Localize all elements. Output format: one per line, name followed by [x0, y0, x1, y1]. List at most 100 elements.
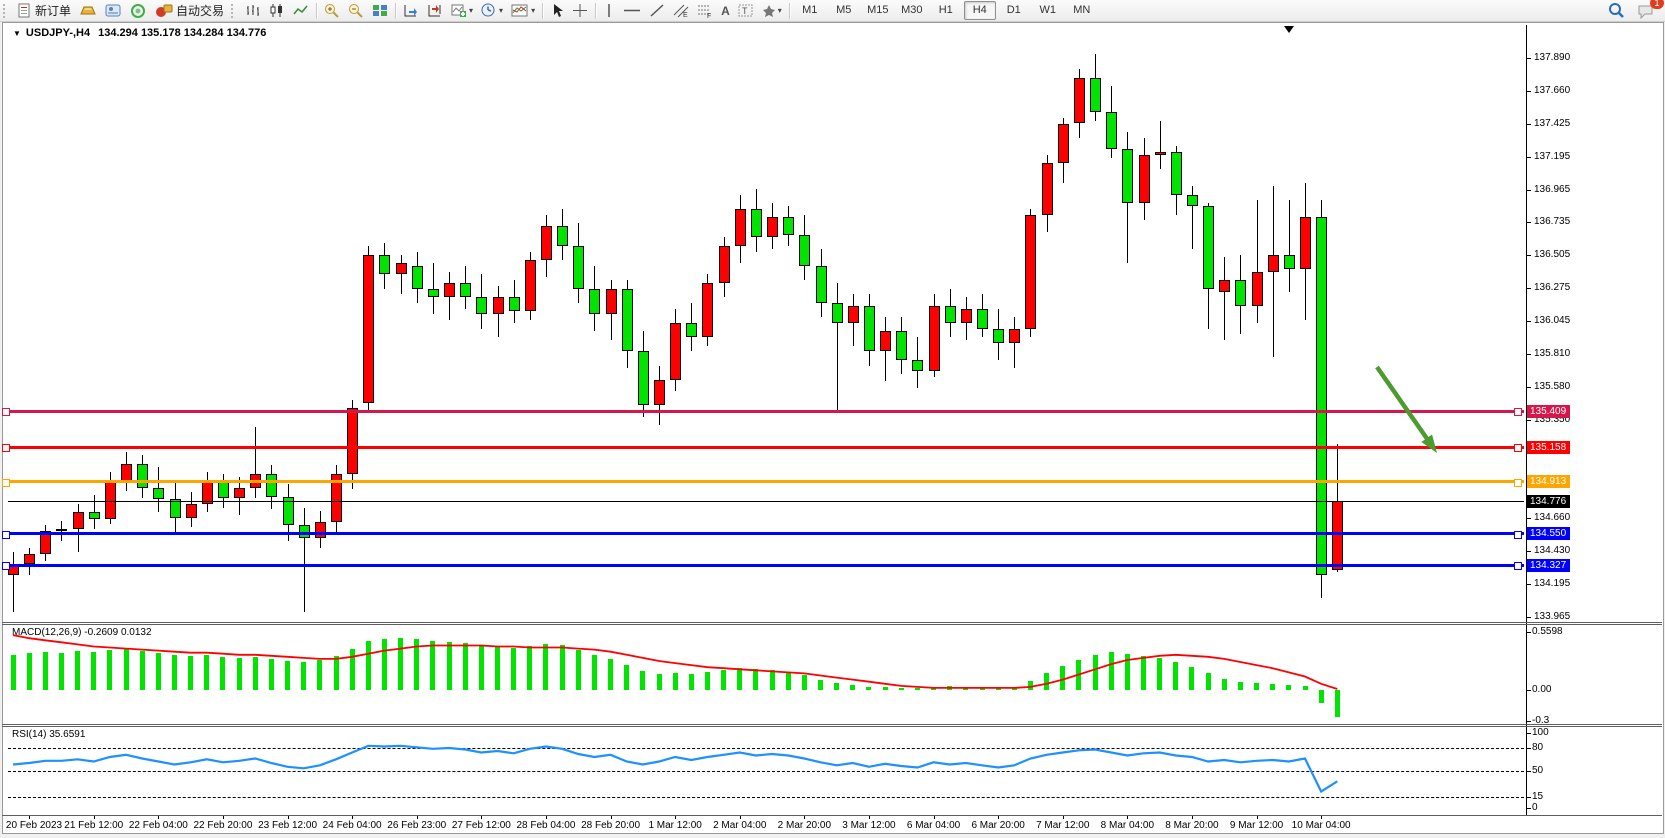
crosshair-button[interactable]	[568, 0, 592, 21]
candle[interactable]	[622, 289, 633, 352]
candle[interactable]	[541, 226, 552, 260]
candle[interactable]	[24, 554, 35, 564]
candle[interactable]	[1090, 78, 1101, 112]
search-button[interactable]	[1603, 0, 1629, 21]
candle[interactable]	[573, 246, 584, 289]
arrows-button[interactable]: ▾	[758, 0, 786, 21]
candle[interactable]	[1122, 149, 1133, 203]
zoom-in-button[interactable]	[320, 0, 344, 21]
candle[interactable]	[266, 474, 277, 497]
candle[interactable]	[783, 217, 794, 234]
candle[interactable]	[460, 283, 471, 297]
candle[interactable]	[816, 266, 827, 303]
price-level-line[interactable]	[8, 446, 1524, 449]
candle[interactable]	[379, 255, 390, 275]
price-level-line[interactable]	[8, 501, 1524, 502]
level-handle[interactable]	[1514, 531, 1522, 539]
bar-chart-button[interactable]	[241, 0, 265, 21]
candle[interactable]	[832, 303, 843, 323]
candle[interactable]	[1025, 215, 1036, 329]
candle[interactable]	[589, 289, 600, 315]
price-level-line[interactable]	[8, 480, 1524, 483]
candle[interactable]	[1187, 195, 1198, 206]
chart-shift-button[interactable]	[423, 0, 447, 21]
candle[interactable]	[476, 297, 487, 314]
candle[interactable]	[961, 309, 972, 323]
candle[interactable]	[428, 289, 439, 298]
equidistant-channel-button[interactable]: E	[669, 0, 693, 21]
candle[interactable]	[89, 512, 100, 519]
candle[interactable]	[347, 408, 358, 474]
candle[interactable]	[686, 323, 697, 337]
candle[interactable]	[234, 488, 245, 498]
candle[interactable]	[1219, 280, 1230, 291]
timeframe-button-h1[interactable]: H1	[930, 1, 962, 20]
candle[interactable]	[767, 217, 778, 237]
price-level-line[interactable]	[8, 410, 1524, 413]
candle[interactable]	[1235, 280, 1246, 306]
candle[interactable]	[751, 209, 762, 237]
notifications-button[interactable]: 1	[1633, 0, 1659, 21]
candle[interactable]	[993, 329, 1004, 343]
candle[interactable]	[557, 226, 568, 246]
candle[interactable]	[396, 263, 407, 274]
candle[interactable]	[1171, 152, 1182, 195]
candle[interactable]	[73, 512, 84, 529]
timeframe-button-m15[interactable]: M15	[862, 1, 894, 20]
candle[interactable]	[945, 306, 956, 323]
new-order-button[interactable]: 新订单	[13, 0, 75, 21]
candle[interactable]	[218, 482, 229, 498]
candle[interactable]	[799, 235, 810, 266]
candle[interactable]	[1268, 255, 1279, 272]
candle[interactable]	[1316, 217, 1327, 574]
market-watch-button[interactable]	[101, 0, 126, 21]
level-handle[interactable]	[1514, 562, 1522, 570]
signals-button[interactable]	[126, 0, 151, 21]
chart-shift-marker-icon[interactable]	[1284, 26, 1294, 33]
collapse-triangle-icon[interactable]: ▼	[13, 29, 21, 38]
level-handle[interactable]	[1514, 479, 1522, 487]
autotrade-button[interactable]: 自动交易	[151, 0, 228, 21]
timeframe-button-h4[interactable]: H4	[964, 1, 996, 20]
timeframe-button-d1[interactable]: D1	[998, 1, 1030, 20]
level-handle[interactable]	[2, 531, 10, 539]
zoom-out-button[interactable]	[344, 0, 368, 21]
candle[interactable]	[1139, 155, 1150, 203]
candle[interactable]	[56, 529, 67, 531]
candlestick-chart-button[interactable]	[265, 0, 289, 21]
candle[interactable]	[719, 246, 730, 283]
candle[interactable]	[1074, 78, 1085, 124]
candle[interactable]	[493, 297, 504, 314]
horizontal-line-button[interactable]	[619, 0, 645, 21]
text-label-button[interactable]: T	[734, 0, 758, 21]
timeframe-button-mn[interactable]: MN	[1066, 1, 1098, 20]
candle[interactable]	[702, 283, 713, 337]
candle[interactable]	[137, 464, 148, 488]
level-handle[interactable]	[1514, 444, 1522, 452]
candle[interactable]	[670, 323, 681, 380]
level-handle[interactable]	[2, 444, 10, 452]
candle[interactable]	[929, 306, 940, 372]
level-handle[interactable]	[2, 562, 10, 570]
gold-button[interactable]	[75, 0, 101, 21]
candle[interactable]	[1252, 272, 1263, 306]
candle[interactable]	[444, 283, 455, 297]
candle[interactable]	[1332, 501, 1343, 570]
price-level-line[interactable]	[8, 532, 1524, 535]
timeframe-button-m5[interactable]: M5	[828, 1, 860, 20]
price-level-line[interactable]	[8, 564, 1524, 567]
templates-button[interactable]: ▾	[507, 0, 539, 21]
vertical-line-button[interactable]	[599, 0, 619, 21]
candle[interactable]	[977, 309, 988, 329]
candle[interactable]	[848, 306, 859, 323]
candle[interactable]	[880, 331, 891, 351]
level-handle[interactable]	[1514, 408, 1522, 416]
timeframe-button-m1[interactable]: M1	[794, 1, 826, 20]
line-chart-button[interactable]	[289, 0, 313, 21]
candle[interactable]	[121, 464, 132, 481]
text-button[interactable]: A	[717, 0, 734, 21]
candle[interactable]	[606, 289, 617, 315]
candle[interactable]	[912, 360, 923, 371]
timeframe-button-m30[interactable]: M30	[896, 1, 928, 20]
candle[interactable]	[525, 260, 536, 311]
